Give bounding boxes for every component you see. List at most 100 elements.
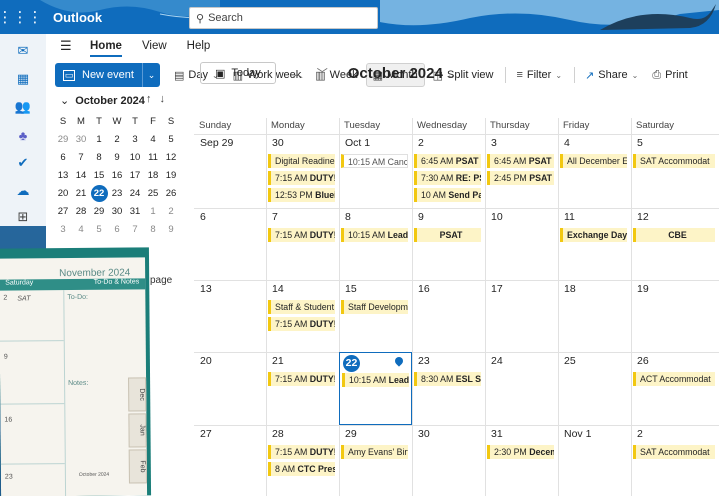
calendar-event[interactable]: 7:30 AM RE: PSAT — [414, 171, 481, 185]
day-cell[interactable]: 30 — [412, 425, 485, 496]
tab-help[interactable]: Help — [187, 40, 211, 52]
day-cell[interactable]: 11 Exchange Day — [558, 208, 631, 280]
mini-day[interactable]: 9 — [162, 220, 180, 238]
arrow-up-icon[interactable]: ↑ — [146, 93, 160, 105]
mini-day[interactable]: 19 — [162, 166, 180, 184]
mini-day[interactable]: 2 — [162, 202, 180, 220]
mini-day[interactable]: 3 — [54, 220, 72, 238]
mini-day[interactable]: 11 — [144, 148, 162, 166]
day-cell[interactable]: 27 — [194, 425, 266, 496]
calendar-event[interactable]: 10 AM Send Parer — [414, 188, 481, 202]
day-cell[interactable]: 8 10:15 AM Lead⟲ — [339, 208, 412, 280]
search-box[interactable]: ⚲ Search — [189, 7, 378, 29]
calendar-event[interactable]: 7:15 AM DUTY!⟲ — [268, 445, 335, 459]
tab-home[interactable]: Home — [90, 40, 122, 57]
day-cell[interactable]: 14 Staff & Student H 7:15 AM DUTY!⟲ — [266, 280, 339, 352]
calendar-event[interactable]: 2:30 PM Decembe — [487, 445, 554, 459]
day-cell[interactable]: 26 ACT Accommodat — [631, 352, 719, 425]
day-cell[interactable]: 9 PSAT — [412, 208, 485, 280]
mini-day[interactable]: 24 — [126, 184, 144, 202]
mini-day[interactable]: 13 — [54, 166, 72, 184]
mini-calendar-nav[interactable]: ↑↓ — [146, 93, 173, 105]
calendar-event[interactable]: 7:15 AM DUTY!⟲ — [268, 372, 335, 386]
mail-icon[interactable]: ✉ — [14, 42, 32, 60]
calendar-event[interactable]: 10:15 AM Lead⟲ — [341, 228, 408, 242]
day-cell[interactable]: 31 2:30 PM Decembe — [485, 425, 558, 496]
day-cell[interactable]: 24 — [485, 352, 558, 425]
mini-day[interactable]: 2 — [108, 130, 126, 148]
calendar-event[interactable]: 7:15 AM DUTY!⟲ — [268, 171, 335, 185]
day-cell[interactable]: 28 7:15 AM DUTY!⟲ 8 AM CTC Present — [266, 425, 339, 496]
calendar-event[interactable]: Digital Readiness — [268, 154, 335, 168]
mini-day[interactable]: 17 — [126, 166, 144, 184]
mini-day[interactable]: 1 — [144, 202, 162, 220]
hamburger-icon[interactable]: ☰ — [60, 38, 76, 54]
day-cell[interactable]: 29 Amy Evans' Birthc — [339, 425, 412, 496]
calendar-event[interactable]: SAT Accommodat — [633, 445, 715, 459]
teams-icon[interactable]: ♣ — [14, 126, 32, 144]
day-cell[interactable]: 5 SAT Accommodat — [631, 134, 719, 208]
mini-day[interactable]: 1 — [90, 130, 108, 148]
mini-day[interactable]: 9 — [108, 148, 126, 166]
mini-day[interactable]: 25 — [144, 184, 162, 202]
day-cell[interactable]: 16 — [412, 280, 485, 352]
day-cell[interactable]: 6 — [194, 208, 266, 280]
calendar-event[interactable]: 6:45 AM PSAT Trai — [487, 154, 554, 168]
calendar-event[interactable]: PSAT — [414, 228, 481, 242]
mini-day[interactable]: 26 — [162, 184, 180, 202]
calendar-event[interactable]: CBE — [633, 228, 715, 242]
mini-day[interactable]: 6 — [54, 148, 72, 166]
mini-day[interactable]: 27 — [54, 202, 72, 220]
mini-day[interactable]: 3 — [126, 130, 144, 148]
new-event-dropdown[interactable]: ⌄ — [141, 63, 160, 87]
calendar-event[interactable]: 7:15 AM DUTY!⟲ — [268, 228, 335, 242]
calendar-event[interactable]: ACT Accommodat — [633, 372, 715, 386]
day-cell[interactable]: 12 CBE — [631, 208, 719, 280]
day-cell[interactable]: 13 — [194, 280, 266, 352]
mini-day[interactable]: 23 — [108, 184, 126, 202]
mini-day[interactable]: 14 — [72, 166, 90, 184]
day-cell[interactable]: 10 — [485, 208, 558, 280]
calendar-event[interactable]: Staff Developmen — [341, 300, 408, 314]
calendar-event[interactable]: 8:30 AM ESL STAA — [414, 372, 481, 386]
chevron-up-icon[interactable]: ︿ — [292, 68, 317, 80]
day-cell[interactable]: 18 — [558, 280, 631, 352]
calendar-event[interactable]: Amy Evans' Birthc — [341, 445, 408, 459]
mini-day[interactable]: 18 — [144, 166, 162, 184]
day-cell[interactable]: 36:45 AM PSAT Trai2:45 PM PSAT Trai — [485, 134, 558, 208]
mini-day[interactable]: 29 — [90, 202, 108, 220]
day-cell[interactable]: 26:45 AM PSAT Trai7:30 AM RE: PSAT10 AM … — [412, 134, 485, 208]
calendar-event[interactable]: 7:15 AM DUTY!⟲ — [268, 317, 335, 331]
mini-day[interactable]: 7 — [72, 148, 90, 166]
calendar-event[interactable]: 6:45 AM PSAT Trai — [414, 154, 481, 168]
day-cell[interactable]: 23 8:30 AM ESL STAA — [412, 352, 485, 425]
day-cell[interactable]: Sep 29 — [194, 134, 266, 208]
mini-day[interactable]: 15 — [90, 166, 108, 184]
day-cell[interactable]: 17 — [485, 280, 558, 352]
mini-day[interactable]: 5 — [90, 220, 108, 238]
day-cell[interactable]: 2 SAT Accommodat — [631, 425, 719, 496]
day-cell[interactable]: 25 — [558, 352, 631, 425]
people-icon[interactable]: 👥 — [14, 98, 32, 116]
day-cell[interactable]: 4 All December Elig — [558, 134, 631, 208]
tab-view[interactable]: View — [142, 40, 167, 52]
mini-calendar-title[interactable]: ⌄ October 2024 — [60, 94, 145, 107]
day-cell[interactable]: 7 7:15 AM DUTY!⟲ — [266, 208, 339, 280]
day-cell[interactable]: 19 — [631, 280, 719, 352]
mini-day[interactable]: 10 — [126, 148, 144, 166]
more-apps-icon[interactable]: ⊞ — [14, 208, 32, 226]
mini-day[interactable]: 4 — [144, 130, 162, 148]
calendar-event[interactable]: Exchange Day — [560, 228, 627, 242]
day-cell[interactable]: Oct 1 10:15 AM Canc⟲ — [339, 134, 412, 208]
mini-day[interactable]: 7 — [126, 220, 144, 238]
goto-link[interactable]: page — [150, 275, 172, 286]
new-event-button[interactable]: ▭ New event — [55, 63, 142, 87]
calendar-event[interactable]: 8 AM CTC Present — [268, 462, 335, 476]
mini-day[interactable]: 5 — [162, 130, 180, 148]
mini-day[interactable]: 6 — [108, 220, 126, 238]
mini-day[interactable]: 29 — [54, 130, 72, 148]
app-launcher-icon[interactable]: ⋮⋮⋮ — [0, 0, 43, 34]
calendar-event[interactable]: 12:53 PM Blueitt D — [268, 188, 335, 202]
mini-day[interactable]: 30 — [72, 130, 90, 148]
calendar-event[interactable]: 10:15 AM Lead⟲ — [342, 373, 409, 387]
